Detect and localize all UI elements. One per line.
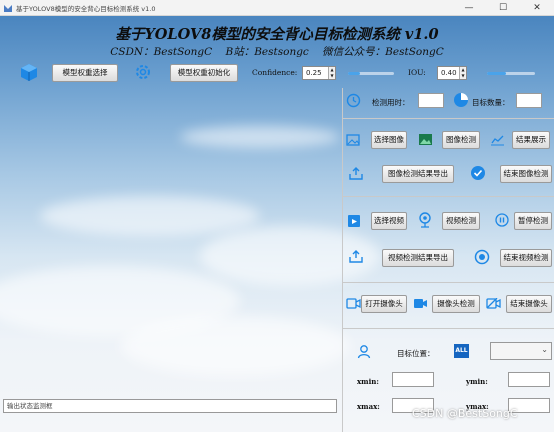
camera-filled-icon (414, 299, 427, 308)
confidence-slider[interactable] (348, 72, 394, 75)
app-icon (4, 5, 12, 12)
select-video-button[interactable]: 选择视频 (371, 212, 407, 230)
target-count-label: 目标数量： (472, 98, 510, 107)
divider (343, 282, 554, 283)
iou-label: IOU: (408, 68, 426, 77)
divider (343, 118, 554, 119)
webcam-icon (419, 212, 431, 228)
confidence-spinbox[interactable]: 0.25 ▲ ▼ (302, 66, 336, 80)
confidence-slider-fill (348, 72, 360, 75)
end-camera-button[interactable]: 结束摄像头 (506, 295, 552, 313)
upload-icon (349, 250, 363, 263)
all-badge: ALL (454, 344, 469, 358)
spin-arrows-icon[interactable]: ▲ ▼ (459, 67, 466, 79)
xmax-label: xmax: (357, 402, 380, 411)
minimize-button[interactable]: — (452, 0, 486, 16)
main-window: 基于YOLOV8模型的安全背心目标检测系统 v1.0 CSDN：BestSong… (0, 16, 554, 432)
image-icon (346, 134, 360, 146)
end-video-detect-button[interactable]: 结束视频检测 (500, 249, 552, 267)
pause-icon (495, 213, 509, 227)
upload-icon (349, 167, 363, 180)
status-output-box[interactable]: 输出状态监测框 (3, 399, 337, 413)
model-weight-init-button[interactable]: 模型权重初始化 (170, 64, 238, 82)
watermark: CSDN @BestSongC (412, 407, 518, 420)
window-title: 基于YOLOV8模型的安全背心目标检测系统 v1.0 (16, 5, 156, 13)
spin-arrows-icon[interactable]: ▲ ▼ (328, 67, 335, 79)
window-titlebar: 基于YOLOV8模型的安全背心目标检测系统 v1.0 — ☐ ✕ (0, 0, 554, 16)
cloud-decoration (180, 126, 340, 148)
xmin-label: xmin: (357, 377, 379, 386)
image-detect-button[interactable]: 图像检测 (442, 131, 480, 149)
gear-icon (136, 65, 150, 79)
export-image-result-button[interactable]: 图像检测结果导出 (382, 165, 454, 183)
line-chart-icon (491, 135, 504, 146)
target-position-label: 目标位置： (397, 349, 435, 358)
pause-detect-button[interactable]: 暂停检测 (514, 212, 552, 230)
video-file-icon (348, 215, 360, 227)
model-weight-select-button[interactable]: 模型权重选择 (52, 64, 118, 82)
maximize-button[interactable]: ☐ (486, 0, 520, 16)
result-display-button[interactable]: 结果展示 (512, 131, 550, 149)
csdn-label: CSDN：BestSongC (110, 46, 213, 58)
ymin-label: ymin: (466, 377, 488, 386)
panel-divider (342, 88, 343, 432)
camera-off-icon (486, 298, 501, 309)
ymin-field (508, 372, 550, 387)
wechat-label: 微信公众号：BestSongC (322, 46, 444, 58)
target-count-field (516, 93, 542, 108)
cube-icon (21, 64, 37, 81)
author-info: CSDN：BestSongC B站：Bestsongc 微信公众号：BestSo… (0, 44, 554, 59)
detect-time-field (418, 93, 444, 108)
open-camera-button[interactable]: 打开摄像头 (361, 295, 407, 313)
end-image-detect-button[interactable]: 结束图像检测 (500, 165, 552, 183)
camera-outline-icon (346, 298, 361, 309)
close-button[interactable]: ✕ (520, 0, 554, 16)
xmin-field (392, 372, 434, 387)
iou-spinbox[interactable]: 0.40 ▲ ▼ (437, 66, 467, 80)
check-circle-icon (471, 166, 485, 180)
confidence-value: 0.25 (306, 69, 322, 77)
target-select[interactable]: ⌄ (490, 342, 552, 360)
select-image-button[interactable]: 选择图像 (371, 131, 407, 149)
divider (343, 196, 554, 197)
confidence-label: Confidence: (252, 68, 298, 77)
cloud-decoration (120, 316, 350, 376)
video-detect-button[interactable]: 视频检测 (442, 212, 480, 230)
chevron-down-icon: ⌄ (541, 345, 548, 354)
iou-value: 0.40 (441, 69, 457, 77)
page-title: 基于YOLOV8模型的安全背心目标检测系统 v1.0 (115, 26, 439, 43)
detect-time-label: 检测用时： (372, 98, 410, 107)
export-video-result-button[interactable]: 视频检测结果导出 (382, 249, 454, 267)
iou-slider-fill (487, 72, 507, 75)
pie-chart-icon (454, 93, 468, 107)
divider (343, 328, 554, 329)
iou-slider[interactable] (487, 72, 535, 75)
stop-circle-icon (474, 249, 490, 265)
bilibili-label: B站：Bestsongc (225, 46, 309, 58)
clock-icon (346, 93, 361, 108)
cloud-decoration (40, 196, 260, 236)
camera-detect-button[interactable]: 摄像头检测 (432, 295, 480, 313)
user-icon (357, 345, 371, 359)
gallery-icon (419, 134, 432, 145)
